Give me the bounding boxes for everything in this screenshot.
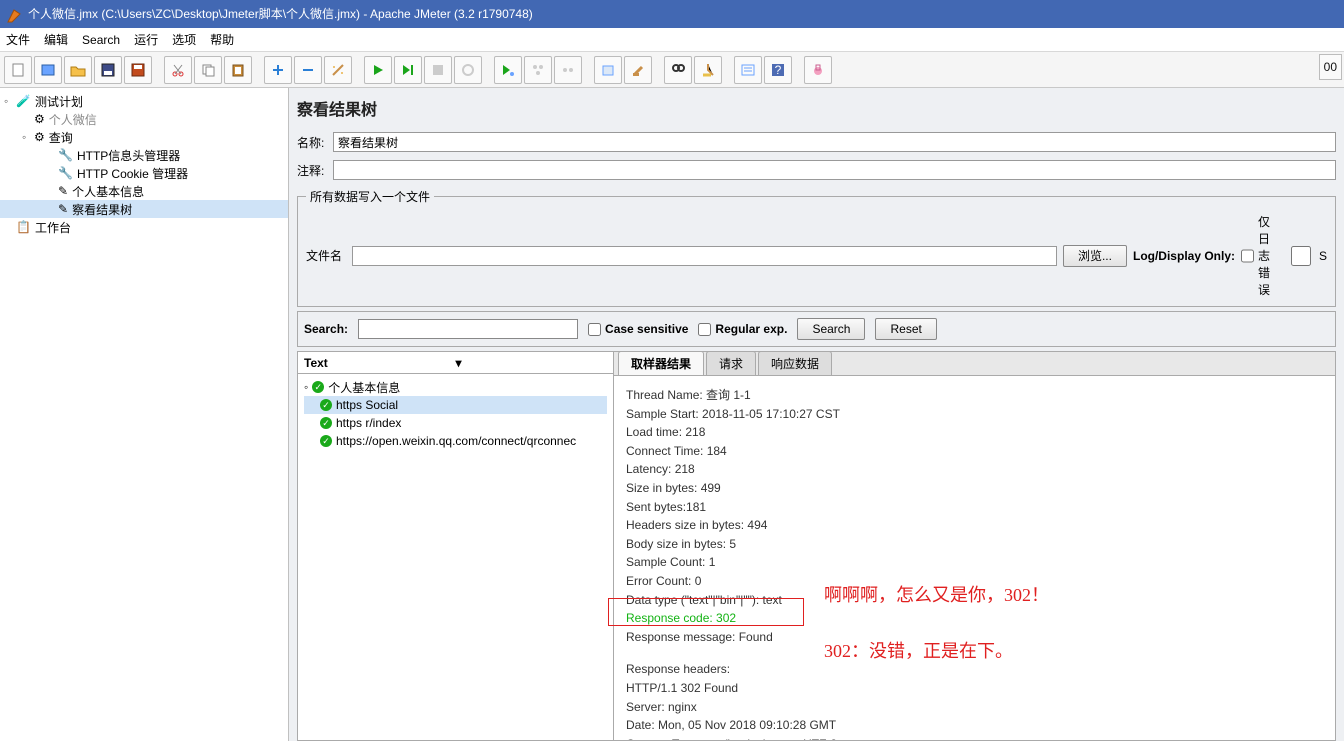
comment-label: 注释: bbox=[297, 162, 327, 179]
remote-start-icon[interactable] bbox=[494, 56, 522, 84]
app-icon bbox=[6, 6, 22, 22]
browse-button[interactable]: 浏览... bbox=[1063, 245, 1127, 267]
detail-line: Body size in bytes: 5 bbox=[626, 535, 1323, 554]
annotation-1: 啊啊啊，怎么又是你，302！ bbox=[824, 582, 1049, 610]
detail-line: Sample Start: 2018-11-05 17:10:27 CST bbox=[626, 405, 1323, 424]
detail-line: Headers size in bytes: 494 bbox=[626, 516, 1323, 535]
detail-line: Connect Time: 184 bbox=[626, 442, 1323, 461]
only-s-checkbox[interactable] bbox=[1287, 246, 1315, 266]
add-icon[interactable] bbox=[264, 56, 292, 84]
wand-icon[interactable] bbox=[324, 56, 352, 84]
shutdown-icon[interactable] bbox=[454, 56, 482, 84]
copy-icon[interactable] bbox=[194, 56, 222, 84]
tab-sampler-result[interactable]: 取样器结果 bbox=[618, 351, 704, 375]
cut-icon[interactable] bbox=[164, 56, 192, 84]
logdisplay-label: Log/Display Only: bbox=[1133, 249, 1235, 263]
tree-personal[interactable]: ✎ 个人基本信息 bbox=[0, 182, 288, 200]
detail-line: Latency: 218 bbox=[626, 460, 1323, 479]
timer-display: 00 bbox=[1319, 54, 1342, 80]
detail-line: Thread Name: 查询 1-1 bbox=[626, 386, 1323, 405]
menu-run[interactable]: 运行 bbox=[134, 31, 158, 48]
only-errors-label: 仅日志错误 bbox=[1258, 213, 1281, 298]
open-icon[interactable] bbox=[64, 56, 92, 84]
tree-testplan[interactable]: ◦🧪 测试计划 bbox=[0, 92, 288, 110]
paste-icon[interactable] bbox=[224, 56, 252, 84]
menubar: 文件 编辑 Search 运行 选项 帮助 bbox=[0, 28, 1344, 52]
file-fieldset: 所有数据写入一个文件 文件名 浏览... Log/Display Only: 仅… bbox=[297, 188, 1336, 307]
menu-options[interactable]: 选项 bbox=[172, 31, 196, 48]
stop-icon[interactable] bbox=[424, 56, 452, 84]
func-helper-icon[interactable] bbox=[734, 56, 762, 84]
saveas-icon[interactable] bbox=[124, 56, 152, 84]
templates-icon[interactable] bbox=[34, 56, 62, 84]
name-label: 名称: bbox=[297, 134, 327, 151]
search-button[interactable]: Search bbox=[797, 318, 865, 340]
help-icon[interactable]: ? bbox=[764, 56, 792, 84]
detail-line: Server: nginx bbox=[626, 698, 1323, 717]
remote-start-all-icon[interactable] bbox=[524, 56, 552, 84]
response-code-line: Response code: 302 bbox=[626, 609, 1323, 628]
file-label: 文件名 bbox=[306, 247, 346, 264]
file-input[interactable] bbox=[352, 246, 1057, 266]
menu-search[interactable]: Search bbox=[82, 33, 120, 47]
only-s-label: S bbox=[1319, 249, 1327, 263]
detail-line: Load time: 218 bbox=[626, 423, 1323, 442]
tree-http-header[interactable]: 🔧 HTTP信息头管理器 bbox=[0, 146, 288, 164]
case-sensitive-checkbox[interactable] bbox=[588, 323, 601, 336]
tab-request[interactable]: 请求 bbox=[706, 351, 756, 375]
remote-stop-icon[interactable] bbox=[554, 56, 582, 84]
remove-icon[interactable] bbox=[294, 56, 322, 84]
sampler-result-content[interactable]: Thread Name: 查询 1-1 Sample Start: 2018-1… bbox=[614, 376, 1335, 741]
chevron-down-icon[interactable]: ▾ bbox=[456, 356, 608, 370]
search-label: Search: bbox=[304, 322, 348, 336]
search-bar: Search: Case sensitive Regular exp. Sear… bbox=[297, 311, 1336, 347]
result-item-3[interactable]: ✓https://open.weixin.qq.com/connect/qrco… bbox=[304, 432, 607, 450]
annotation-2: 302：没错，正是在下。 bbox=[824, 638, 1013, 666]
clear-all-icon[interactable] bbox=[624, 56, 652, 84]
comment-input[interactable] bbox=[333, 160, 1336, 180]
regex-checkbox[interactable] bbox=[698, 323, 711, 336]
search-input[interactable] bbox=[358, 319, 578, 339]
renderer-type-label: Text bbox=[304, 356, 456, 370]
menu-help[interactable]: 帮助 bbox=[210, 31, 234, 48]
toolbar: ? bbox=[0, 52, 1344, 88]
window-title: 个人微信.jmx (C:\Users\ZC\Desktop\Jmeter脚本\个… bbox=[28, 0, 533, 28]
new-icon[interactable] bbox=[4, 56, 32, 84]
result-item-2[interactable]: ✓https r/index bbox=[304, 414, 607, 432]
only-errors-checkbox[interactable] bbox=[1241, 246, 1254, 266]
tree-weixin[interactable]: ⚙ 个人微信 bbox=[0, 110, 288, 128]
tree-workbench[interactable]: 📋 工作台 bbox=[0, 218, 288, 236]
tree-query[interactable]: ◦⚙ 查询 bbox=[0, 128, 288, 146]
menu-file[interactable]: 文件 bbox=[6, 31, 30, 48]
tree-http-cookie[interactable]: 🔧 HTTP Cookie 管理器 bbox=[0, 164, 288, 182]
detail-line: Sample Count: 1 bbox=[626, 553, 1323, 572]
save-icon[interactable] bbox=[94, 56, 122, 84]
ssl-icon[interactable] bbox=[804, 56, 832, 84]
detail-line: Content-Type: text/html; charset=UTF-8 bbox=[626, 735, 1323, 741]
detail-line: Sent bytes:181 bbox=[626, 498, 1323, 517]
tree-view-results[interactable]: ✎ 察看结果树 bbox=[0, 200, 288, 218]
file-legend: 所有数据写入一个文件 bbox=[306, 188, 434, 205]
sweep-icon[interactable] bbox=[694, 56, 722, 84]
find-icon[interactable] bbox=[664, 56, 692, 84]
window-titlebar: 个人微信.jmx (C:\Users\ZC\Desktop\Jmeter脚本\个… bbox=[0, 0, 1344, 28]
test-plan-tree[interactable]: ◦🧪 测试计划 ⚙ 个人微信 ◦⚙ 查询 🔧 HTTP信息头管理器 🔧 HTTP… bbox=[0, 88, 289, 741]
result-tabs: 取样器结果 请求 响应数据 bbox=[614, 352, 1335, 376]
result-root[interactable]: ◦✓个人基本信息 bbox=[304, 378, 607, 396]
name-input[interactable] bbox=[333, 132, 1336, 152]
tab-response[interactable]: 响应数据 bbox=[758, 351, 832, 375]
clear-icon[interactable] bbox=[594, 56, 622, 84]
detail-line: Date: Mon, 05 Nov 2018 09:10:28 GMT bbox=[626, 716, 1323, 735]
renderer-type-row[interactable]: Text ▾ bbox=[298, 352, 613, 374]
result-item-1[interactable]: ✓https Social bbox=[304, 396, 607, 414]
panel-title: 察看结果树 bbox=[297, 94, 1336, 126]
results-tree[interactable]: ◦✓个人基本信息 ✓https Social ✓https r/index ✓h… bbox=[298, 374, 613, 454]
menu-edit[interactable]: 编辑 bbox=[44, 31, 68, 48]
reset-button[interactable]: Reset bbox=[875, 318, 936, 340]
detail-line: Size in bytes: 499 bbox=[626, 479, 1323, 498]
start-icon[interactable] bbox=[364, 56, 392, 84]
svg-text:?: ? bbox=[775, 63, 782, 77]
detail-line: HTTP/1.1 302 Found bbox=[626, 679, 1323, 698]
start-notimers-icon[interactable] bbox=[394, 56, 422, 84]
